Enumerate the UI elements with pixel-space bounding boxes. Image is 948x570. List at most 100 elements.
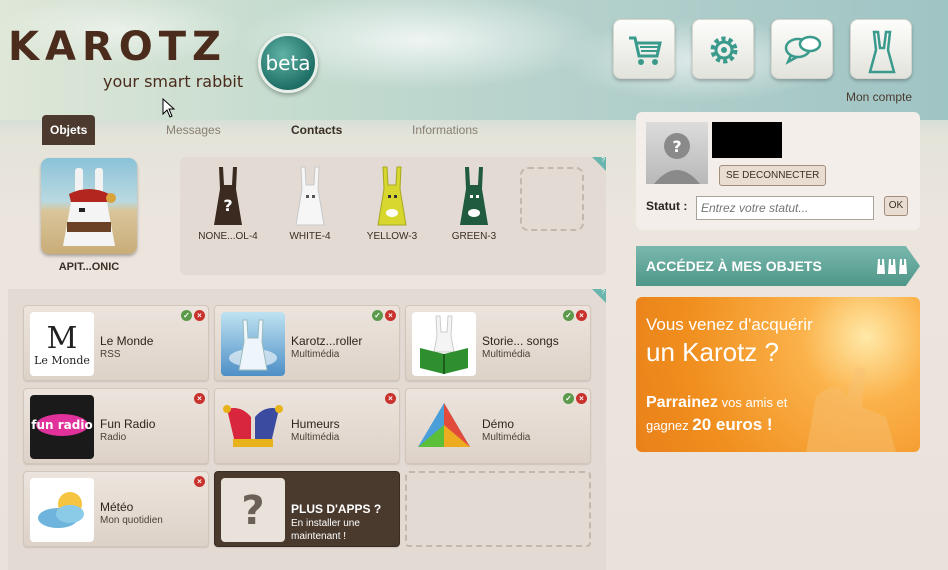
demo-triangle-icon <box>412 395 476 459</box>
rabbit-icon <box>295 166 325 226</box>
settings-button[interactable] <box>692 19 754 79</box>
karotz-logo[interactable]: KAROTZ <box>8 24 227 70</box>
app-name: Le Monde <box>100 334 154 348</box>
app-name: Météo <box>100 500 134 514</box>
settings-mini-icon[interactable]: ✓ <box>372 310 383 321</box>
svg-text:?: ? <box>223 196 232 215</box>
tab-bar: Objets Messages Contacts Informations <box>8 115 606 145</box>
jester-hat-icon <box>221 395 285 459</box>
empty-rabbit-slot[interactable] <box>520 167 584 231</box>
app-category: Multimédia <box>482 432 531 443</box>
rabbit-icon: ? <box>214 167 242 225</box>
app-category: Mon quotidien <box>100 515 163 526</box>
remove-icon[interactable]: × <box>385 393 396 404</box>
rabbit-icon <box>460 167 488 225</box>
main-object-thumbnail[interactable] <box>41 158 137 254</box>
app-tile-humeurs[interactable]: Humeurs Multimédia × <box>214 388 400 464</box>
app-name: Humeurs <box>291 417 340 431</box>
empty-app-slot[interactable] <box>405 471 591 547</box>
rabbit-label: WHITE-4 <box>289 231 331 242</box>
remove-icon[interactable]: × <box>576 310 587 321</box>
stories-book-icon <box>412 312 476 376</box>
le-monde-icon: M Le Monde <box>30 312 94 376</box>
promo-amount: 20 euros ! <box>692 415 773 434</box>
rabbit-item[interactable]: ? NONE...OL-4 <box>188 165 268 242</box>
promo-line-2: un Karotz ? <box>646 337 779 367</box>
app-name: Karotz...roller <box>291 334 363 348</box>
redacted-username <box>712 122 782 158</box>
tab-informations[interactable]: Informations <box>412 115 478 145</box>
messages-button[interactable] <box>771 19 833 79</box>
app-category: RSS <box>100 349 121 360</box>
app-tile-karotz-roller[interactable]: Karotz...roller Multimédia ✓ × <box>214 305 400 381</box>
profile-panel: ? SE DECONNECTER Statut : OK <box>636 112 920 230</box>
apps-panel: ? M Le Monde Le Monde RSS ✓ × Karotz...r… <box>8 289 606 570</box>
app-tile-meteo[interactable]: Météo Mon quotidien × <box>23 471 209 547</box>
rabbit-item[interactable]: GREEN-3 <box>434 165 514 242</box>
access-objects-banner[interactable]: ACCÉDEZ À MES OBJETS <box>636 246 920 286</box>
svg-text:?: ? <box>241 488 264 534</box>
rabbit-item[interactable]: YELLOW-3 <box>352 165 432 242</box>
chat-icon <box>784 35 822 65</box>
tab-messages[interactable]: Messages <box>166 115 221 145</box>
help-icon[interactable]: ? <box>592 157 606 171</box>
account-button[interactable] <box>850 19 912 79</box>
statut-ok-button[interactable]: OK <box>884 196 908 216</box>
crowd-silhouette <box>806 367 896 452</box>
app-tile-fun-radio[interactable]: fun radio Fun Radio Radio × <box>23 388 209 464</box>
main-object-label[interactable]: APIT...ONIC <box>8 261 170 273</box>
remove-icon[interactable]: × <box>194 393 205 404</box>
question-mark-icon: ? <box>221 478 285 542</box>
access-objects-label: ACCÉDEZ À MES OBJETS <box>646 258 822 274</box>
promo-line-3-rest: vos amis et <box>718 395 788 410</box>
app-name: Fun Radio <box>100 417 156 431</box>
app-tile-le-monde[interactable]: M Le Monde Le Monde RSS ✓ × <box>23 305 209 381</box>
rabbits-panel: ? NONE...OL-4 WHITE-4 YELLOW-3 GREEN-3 ? <box>180 157 606 275</box>
statut-input[interactable] <box>696 196 874 220</box>
remove-icon[interactable]: × <box>385 310 396 321</box>
app-tile-demo[interactable]: Démo Multimédia ✓ × <box>405 388 591 464</box>
svg-text:fun radio: fun radio <box>31 418 92 432</box>
app-category: Multimédia <box>291 432 340 443</box>
app-name: Storie... songs <box>482 334 559 348</box>
fun-radio-icon: fun radio <box>30 395 94 459</box>
statut-label: Statut : <box>646 199 688 213</box>
svg-text:Le Monde: Le Monde <box>34 354 90 367</box>
beta-badge: beta <box>258 33 318 93</box>
tagline: your smart rabbit <box>103 72 244 91</box>
more-apps-title: PLUS D'APPS ? <box>291 502 382 516</box>
settings-mini-icon[interactable]: ✓ <box>563 310 574 321</box>
karotz-roller-icon <box>221 312 285 376</box>
tab-objets[interactable]: Objets <box>42 115 96 145</box>
tab-contacts[interactable]: Contacts <box>291 115 342 145</box>
app-tile-stories-songs[interactable]: Storie... songs Multimédia ✓ × <box>405 305 591 381</box>
settings-mini-icon[interactable]: ✓ <box>181 310 192 321</box>
rabbit-icon <box>868 30 896 74</box>
remove-icon[interactable]: × <box>194 476 205 487</box>
settings-mini-icon[interactable]: ✓ <box>563 393 574 404</box>
account-label[interactable]: Mon compte <box>846 90 912 104</box>
svg-text:M: M <box>47 321 78 356</box>
more-apps-button[interactable]: ? PLUS D'APPS ? En installer une mainten… <box>214 471 400 547</box>
gear-icon <box>710 36 738 64</box>
weather-icon <box>30 478 94 542</box>
remove-icon[interactable]: × <box>194 310 205 321</box>
help-icon[interactable]: ? <box>592 289 606 303</box>
promo-line-4-pre: gagnez <box>646 418 693 433</box>
promo-line-1: Vous venez d'acquérir <box>646 315 813 334</box>
promo-line-3: Parrainez vos amis et <box>646 394 787 412</box>
rabbit-label: NONE...OL-4 <box>198 231 258 242</box>
logout-button[interactable]: SE DECONNECTER <box>719 165 827 186</box>
avatar[interactable]: ? <box>646 122 708 184</box>
svg-text:?: ? <box>672 137 681 156</box>
rabbits-icon <box>877 259 907 274</box>
referral-promo[interactable]: Vous venez d'acquérir un Karotz ? Parrai… <box>636 297 920 452</box>
pirate-rabbit-icon <box>63 168 116 246</box>
rabbit-icon <box>377 166 407 226</box>
rabbit-item[interactable]: WHITE-4 <box>270 165 350 242</box>
user-silhouette-icon: ? <box>654 133 700 184</box>
objects-panel: APIT...ONIC ? NONE...OL-4 WHITE-4 YELLOW… <box>8 145 606 285</box>
cart-button[interactable] <box>613 19 675 79</box>
app-category: Multimédia <box>482 349 531 360</box>
remove-icon[interactable]: × <box>576 393 587 404</box>
